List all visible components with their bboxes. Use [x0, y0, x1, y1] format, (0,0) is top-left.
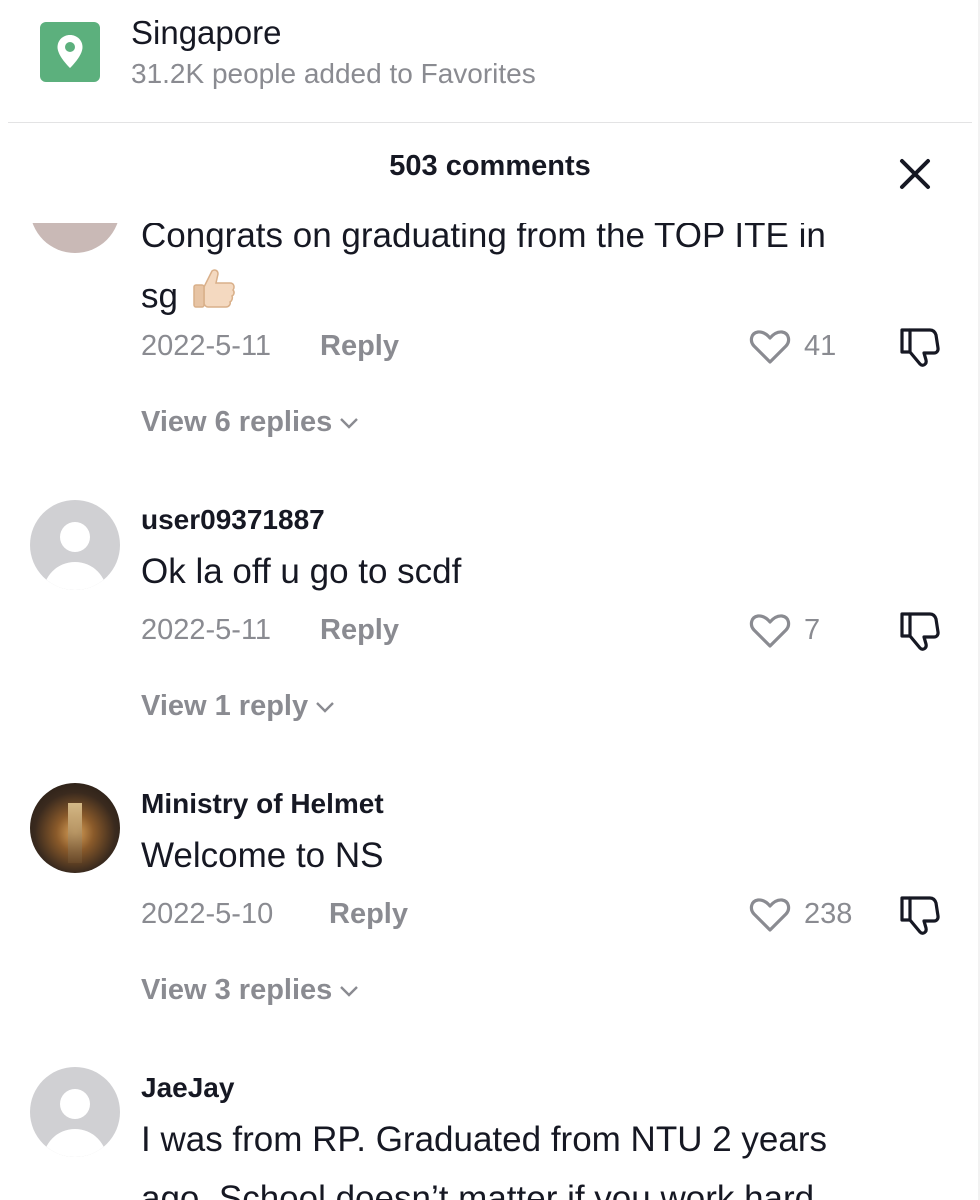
comment-username[interactable]: JaeJay — [141, 1072, 234, 1104]
like-count: 41 — [804, 330, 837, 362]
dislike-icon[interactable] — [896, 606, 944, 654]
reply-button[interactable]: Reply — [320, 330, 399, 363]
reply-button[interactable]: Reply — [329, 898, 408, 931]
dislike-icon[interactable] — [896, 322, 944, 370]
avatar[interactable] — [30, 500, 120, 590]
comment-list[interactable]: Congrats on graduating from the TOP ITE … — [0, 223, 980, 1200]
comment-text: I was from RP. Graduated from NTU 2 year… — [141, 1120, 827, 1200]
close-icon[interactable] — [893, 152, 937, 196]
comment-date: 2022-5-11 — [141, 614, 272, 646]
chevron-down-icon — [340, 986, 359, 998]
like-count: 7 — [804, 614, 821, 646]
comment-username[interactable]: Ministry of Helmet — [141, 788, 384, 820]
dislike-icon[interactable] — [896, 890, 944, 938]
view-replies-button[interactable]: View 6 replies — [141, 406, 360, 439]
heart-icon[interactable] — [748, 608, 792, 652]
comments-count-title: 503 comments — [389, 150, 591, 182]
location-title: Singapore — [131, 14, 282, 51]
heart-icon[interactable] — [748, 324, 792, 368]
view-replies-button[interactable]: View 3 replies — [141, 974, 360, 1007]
divider — [8, 122, 972, 123]
reply-button[interactable]: Reply — [320, 614, 399, 647]
location-favorites-count: 31.2K people added to Favorites — [131, 58, 536, 89]
thumbs-up-icon — [190, 265, 238, 331]
comment-text: Ok la off u go to scdf — [141, 552, 462, 591]
view-replies-button[interactable]: View 1 reply — [141, 690, 336, 723]
chevron-down-icon — [316, 702, 334, 714]
avatar[interactable] — [30, 783, 120, 873]
comment-date: 2022-5-10 — [141, 898, 274, 930]
location-header[interactable]: Singapore 31.2K people added to Favorite… — [0, 0, 980, 123]
avatar[interactable] — [30, 1067, 120, 1157]
chevron-down-icon — [340, 418, 359, 430]
comment-date: 2022-5-11 — [141, 330, 272, 362]
map-pin-icon — [40, 22, 100, 82]
avatar[interactable] — [30, 223, 120, 253]
comment-username[interactable]: user09371887 — [141, 504, 325, 536]
heart-icon[interactable] — [748, 892, 792, 936]
like-count: 238 — [804, 898, 853, 930]
comment-text: Congrats on graduating from the TOP ITE … — [141, 223, 921, 331]
comment-text: Welcome to NS — [141, 836, 384, 875]
